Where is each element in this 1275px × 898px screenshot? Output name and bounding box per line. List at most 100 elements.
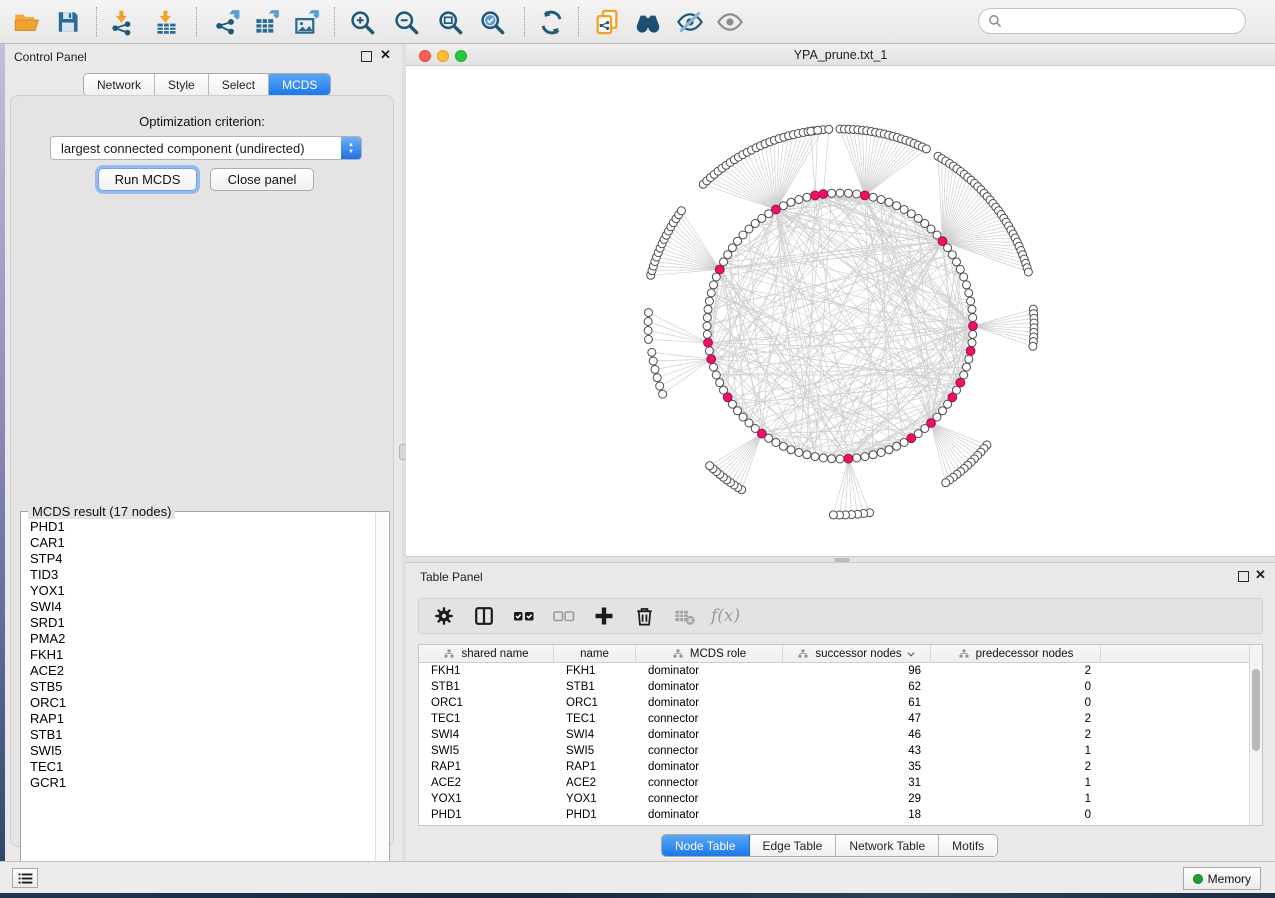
- ring-node[interactable]: [704, 305, 712, 313]
- leaf-node[interactable]: [645, 309, 653, 317]
- column-header-predecessor-nodes[interactable]: predecessor nodes: [931, 645, 1101, 662]
- mcds-result-item[interactable]: SRD1: [30, 615, 376, 631]
- ring-node[interactable]: [877, 196, 885, 204]
- ring-node[interactable]: [745, 419, 753, 427]
- leaf-node[interactable]: [645, 335, 653, 343]
- mcds-hub-node[interactable]: [819, 190, 828, 199]
- zoom-selected-button[interactable]: [475, 5, 509, 39]
- ring-node[interactable]: [710, 281, 718, 289]
- close-panel-icon[interactable]: ✕: [1255, 569, 1266, 580]
- table-vertical-scrollbar[interactable]: [1249, 645, 1262, 825]
- run-mcds-button[interactable]: Run MCDS: [98, 168, 197, 191]
- ring-node[interactable]: [787, 446, 795, 454]
- mcds-hub-node[interactable]: [704, 338, 713, 347]
- ring-node[interactable]: [703, 330, 711, 338]
- tab-edge-table[interactable]: Edge Table: [750, 835, 837, 856]
- ring-node[interactable]: [712, 371, 720, 379]
- ring-node[interactable]: [853, 454, 861, 462]
- ring-node[interactable]: [836, 189, 844, 197]
- ring-node[interactable]: [795, 196, 803, 204]
- ring-node[interactable]: [811, 453, 819, 461]
- ring-node[interactable]: [716, 379, 724, 387]
- leaf-node[interactable]: [942, 479, 950, 487]
- leaf-node[interactable]: [651, 365, 659, 373]
- mcds-list-scrollbar[interactable]: [375, 513, 388, 881]
- mcds-hub-node[interactable]: [772, 205, 781, 214]
- table-row[interactable]: STB1STB1dominator620: [419, 679, 1262, 695]
- ring-node[interactable]: [710, 363, 718, 371]
- ring-node[interactable]: [963, 363, 971, 371]
- hide-selected-button[interactable]: [673, 5, 707, 39]
- apply-style-button[interactable]: [534, 5, 568, 39]
- ring-node[interactable]: [803, 193, 811, 201]
- table-row[interactable]: ORC1ORC1dominator610: [419, 695, 1262, 711]
- mcds-hub-node[interactable]: [969, 322, 978, 331]
- mcds-hub-node[interactable]: [723, 393, 732, 402]
- memory-button[interactable]: Memory: [1183, 867, 1261, 890]
- mcds-result-item[interactable]: PHD1: [30, 519, 376, 535]
- mcds-hub-node[interactable]: [861, 191, 870, 200]
- ring-node[interactable]: [828, 455, 836, 463]
- ring-node[interactable]: [953, 258, 961, 266]
- ring-node[interactable]: [724, 251, 732, 259]
- splitter-grip[interactable]: [834, 558, 850, 562]
- ring-node[interactable]: [965, 355, 973, 363]
- import-table-button[interactable]: [149, 5, 183, 39]
- mcds-result-item[interactable]: GCR1: [30, 775, 376, 791]
- column-header-mcds-role[interactable]: MCDS role: [636, 645, 783, 662]
- leaf-node[interactable]: [656, 382, 664, 390]
- mcds-hub-node[interactable]: [956, 378, 965, 387]
- leaf-node[interactable]: [825, 125, 833, 133]
- mcds-result-item[interactable]: TEC1: [30, 759, 376, 775]
- ring-node[interactable]: [707, 289, 715, 297]
- ring-node[interactable]: [885, 446, 893, 454]
- ring-node[interactable]: [705, 347, 713, 355]
- ring-node[interactable]: [963, 281, 971, 289]
- ring-node[interactable]: [968, 305, 976, 313]
- table-row[interactable]: SWI5SWI5connector431: [419, 743, 1262, 759]
- mcds-hub-node[interactable]: [938, 237, 947, 246]
- ring-node[interactable]: [900, 206, 908, 214]
- leaf-node[interactable]: [922, 145, 930, 153]
- ring-node[interactable]: [861, 453, 869, 461]
- tab-select[interactable]: Select: [209, 74, 269, 95]
- ring-node[interactable]: [869, 193, 877, 201]
- leaf-node[interactable]: [649, 357, 657, 365]
- mcds-result-item[interactable]: STP4: [30, 551, 376, 567]
- ring-node[interactable]: [965, 289, 973, 297]
- export-table-button[interactable]: [249, 5, 283, 39]
- ring-node[interactable]: [893, 442, 901, 450]
- ring-node[interactable]: [960, 273, 968, 281]
- leaf-node[interactable]: [1029, 342, 1037, 350]
- show-panel-list-button[interactable]: [12, 868, 38, 888]
- ring-node[interactable]: [828, 189, 836, 197]
- export-network-button[interactable]: [209, 5, 243, 39]
- import-network-button[interactable]: [105, 5, 139, 39]
- ring-node[interactable]: [948, 251, 956, 259]
- mcds-hub-node[interactable]: [927, 419, 936, 428]
- leaf-node[interactable]: [648, 348, 656, 356]
- leaf-node[interactable]: [706, 462, 714, 470]
- ring-node[interactable]: [795, 449, 803, 457]
- leaf-node[interactable]: [659, 390, 667, 398]
- leaf-node[interactable]: [1024, 268, 1032, 276]
- table-row[interactable]: TEC1TEC1connector472: [419, 711, 1262, 727]
- copy-network-button[interactable]: [590, 5, 624, 39]
- settings-gear-icon[interactable]: [431, 603, 457, 629]
- tab-network[interactable]: Network: [84, 74, 155, 95]
- table-row[interactable]: YOX1YOX1connector291: [419, 791, 1262, 807]
- find-button[interactable]: [631, 5, 665, 39]
- ring-node[interactable]: [893, 202, 901, 210]
- select-all-checkboxes-icon[interactable]: [511, 603, 537, 629]
- column-visibility-icon[interactable]: [471, 603, 497, 629]
- ring-node[interactable]: [819, 454, 827, 462]
- show-all-button[interactable]: [713, 5, 747, 39]
- column-header-shared-name[interactable]: shared name: [419, 645, 554, 662]
- ring-node[interactable]: [703, 322, 711, 330]
- mcds-hub-node[interactable]: [948, 393, 957, 402]
- mcds-result-item[interactable]: FKH1: [30, 647, 376, 663]
- mcds-result-item[interactable]: STB1: [30, 727, 376, 743]
- column-header-name[interactable]: name: [554, 645, 636, 662]
- tab-network-table[interactable]: Network Table: [836, 835, 939, 856]
- tab-motifs[interactable]: Motifs: [939, 835, 997, 856]
